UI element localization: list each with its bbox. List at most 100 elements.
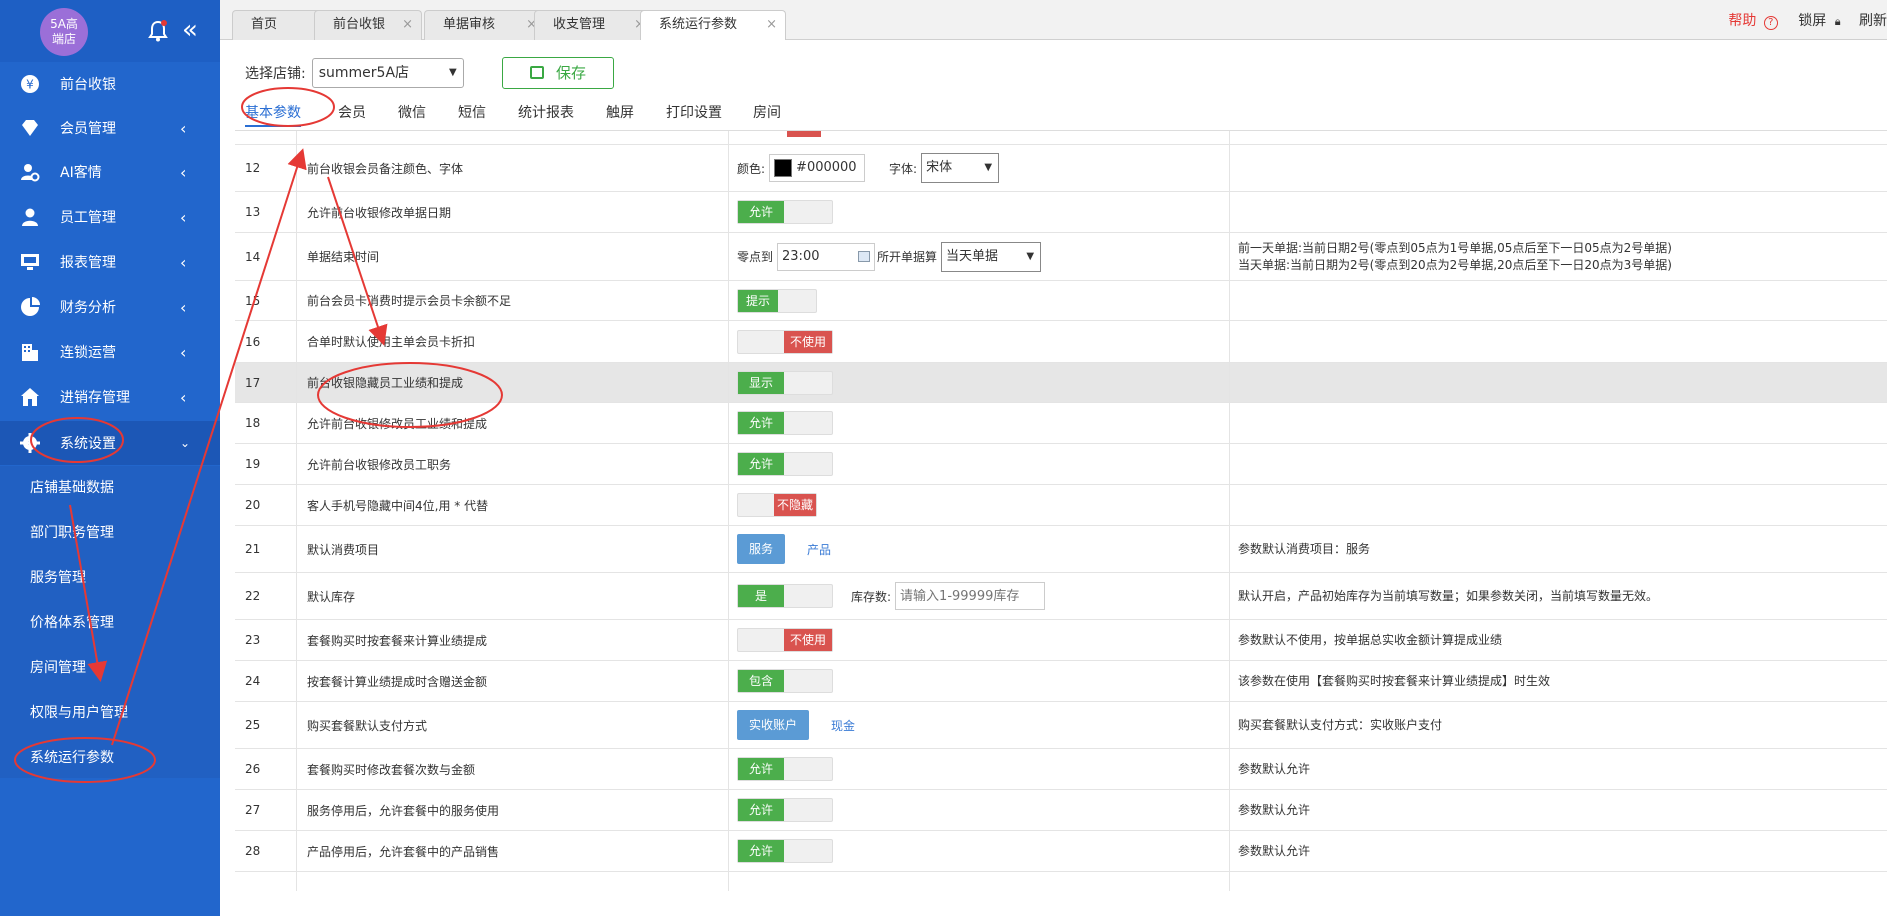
- toggle-switch[interactable]: 不隐藏: [737, 493, 817, 517]
- toggle-switch[interactable]: 允许: [737, 839, 833, 863]
- help-icon[interactable]: ?: [1763, 16, 1778, 30]
- submenu-item-room[interactable]: 房间管理: [30, 656, 86, 680]
- menu-item-staff[interactable]: 员工管理 ‹: [0, 195, 220, 239]
- row-note: [1230, 403, 1887, 443]
- option-cash-link[interactable]: 现金: [831, 717, 855, 734]
- menu-label: 会员管理: [60, 121, 116, 137]
- collapse-sidebar-icon[interactable]: «: [182, 16, 198, 44]
- option-account-button[interactable]: 实收账户: [737, 710, 810, 740]
- row-value: 不使用: [729, 620, 1230, 660]
- refresh-link[interactable]: 刷新: [1859, 13, 1887, 29]
- tab-room[interactable]: 房间: [753, 102, 781, 122]
- time-input[interactable]: 23:00: [777, 242, 876, 271]
- note-line: 默认开启，产品初始库存为当前填写数量；如果参数关闭，当前填写数量无效。: [1238, 588, 1659, 603]
- tab-audit[interactable]: 单据审核 ×: [424, 10, 546, 40]
- submenu-item-pricing[interactable]: 价格体系管理: [30, 611, 114, 635]
- help-link[interactable]: 帮助: [1728, 13, 1756, 29]
- menu-item-report[interactable]: 报表管理 ‹: [0, 240, 220, 284]
- toggle-on-label: 提示: [738, 289, 778, 312]
- toggle-switch[interactable]: 允许: [737, 798, 833, 822]
- save-label: 保存: [555, 64, 586, 82]
- row-value: 显示: [729, 363, 1230, 402]
- save-button[interactable]: 保存: [502, 57, 614, 89]
- font-select[interactable]: 宋体 ▼: [921, 153, 1000, 183]
- table-row: 18 允许前台收银修改员工业绩和提成 允许: [235, 403, 1887, 444]
- row-note: [1230, 192, 1887, 232]
- menu-item-finance[interactable]: 财务分析 ‹: [0, 285, 220, 329]
- option-service-button[interactable]: 服务: [737, 534, 786, 564]
- lock-link[interactable]: 锁屏: [1798, 13, 1826, 29]
- toggle-switch[interactable]: 允许: [737, 757, 833, 781]
- tab-cashier[interactable]: 前台收银 ×: [314, 10, 422, 40]
- toggle-on-label: 允许: [738, 799, 784, 821]
- calc-select[interactable]: 当天单据 ▼: [941, 241, 1042, 272]
- toggle-switch[interactable]: 显示: [737, 370, 833, 395]
- toggle-off-label: 不使用: [784, 629, 832, 651]
- toggle-switch[interactable]: 允许: [737, 200, 833, 224]
- submenu-item-department[interactable]: 部门职务管理: [30, 521, 114, 545]
- calc-label: 所开单据算: [877, 250, 938, 264]
- menu-label: 员工管理: [60, 210, 116, 226]
- table-row: 14 单据结束时间 零点到 23:00 所开单据算 当天单据 ▼ 前一天单据:当前…: [235, 233, 1887, 281]
- color-picker[interactable]: #000000: [769, 154, 866, 182]
- close-icon[interactable]: ×: [766, 11, 777, 39]
- toggle-switch[interactable]: 允许: [737, 452, 833, 476]
- row-value: 允许: [729, 444, 1230, 484]
- stock-input[interactable]: [895, 582, 1046, 610]
- color-swatch: [774, 159, 793, 177]
- row-note: [1230, 872, 1887, 891]
- option-product-link[interactable]: 产品: [807, 541, 831, 558]
- tab-wechat[interactable]: 微信: [398, 102, 426, 122]
- menu-item-chain[interactable]: 连锁运营 ‹: [0, 330, 220, 374]
- row-value: 允许: [729, 192, 1230, 232]
- toggle-switch[interactable]: 提示: [737, 288, 817, 313]
- tab-touch[interactable]: 触屏: [606, 102, 634, 122]
- table-row: 26 套餐购买时修改套餐次数与金额 允许 参数默认允许: [235, 749, 1887, 790]
- tab-member[interactable]: 会员: [338, 102, 366, 122]
- toggle-off-label: 不使用: [784, 330, 832, 353]
- row-value: [729, 872, 1230, 891]
- toggle-switch[interactable]: 包含: [737, 669, 833, 693]
- pie-chart-icon: [21, 297, 40, 316]
- row-name: 按套餐计算业绩提成时含赠送金额: [297, 661, 729, 701]
- menu-item-ai[interactable]: AI客情 ‹: [0, 150, 220, 194]
- bell-icon[interactable]: [148, 20, 168, 42]
- row-note: [1230, 145, 1887, 191]
- store-select[interactable]: summer5A店 ▼: [311, 58, 464, 88]
- toggle-switch[interactable]: 允许: [737, 411, 833, 435]
- row-value: 不隐藏: [729, 485, 1230, 525]
- tab-home[interactable]: 首页: [232, 10, 322, 40]
- row-no: 24: [235, 661, 297, 701]
- toggle-on-label: 是: [738, 585, 784, 607]
- toggle-switch[interactable]: 是: [737, 584, 833, 608]
- submenu-system-settings: 店铺基础数据 部门职务管理 服务管理 价格体系管理 房间管理 权限与用户管理 系…: [0, 466, 220, 778]
- tab-print[interactable]: 打印设置: [666, 102, 722, 122]
- tab-income[interactable]: 收支管理×: [534, 10, 654, 40]
- menu-item-inventory[interactable]: 进销存管理 ‹: [0, 375, 220, 419]
- note-line: 购买套餐默认支付方式：实收账户支付: [1238, 717, 1443, 732]
- tab-stats[interactable]: 统计报表: [518, 102, 574, 122]
- chevron-left-icon: ‹: [180, 342, 187, 362]
- toggle-switch[interactable]: 不使用: [737, 628, 833, 652]
- font-label: 字体:: [889, 161, 918, 176]
- submenu-item-system-params[interactable]: 系统运行参数: [30, 746, 114, 770]
- toggle-switch[interactable]: 不使用: [737, 329, 833, 354]
- tab-system-params[interactable]: 系统运行参数 ×: [640, 10, 786, 40]
- chevron-left-icon: ‹: [180, 207, 187, 227]
- close-icon[interactable]: ×: [402, 11, 413, 39]
- tab-label: 单据审核: [443, 17, 496, 32]
- tab-basic-params[interactable]: 基本参数: [245, 102, 301, 127]
- submenu-item-service[interactable]: 服务管理: [30, 566, 86, 590]
- submenu-item-store-basic[interactable]: 店铺基础数据: [30, 476, 114, 500]
- submenu-item-permissions[interactable]: 权限与用户管理: [30, 701, 128, 725]
- row-name: 允许前台收银修改单据日期: [297, 192, 729, 232]
- row-name: 前台收银隐藏员工业绩和提成: [297, 363, 729, 402]
- row-note: 该参数在使用【套餐购买时按套餐来计算业绩提成】时生效: [1230, 661, 1887, 701]
- menu-item-cashier[interactable]: ¥ 前台收银: [0, 62, 220, 106]
- store-label: 选择店铺:: [245, 66, 306, 82]
- lock-icon[interactable]: 🔒︎: [1835, 15, 1841, 28]
- menu-item-system-settings[interactable]: 系统设置 ⌄: [0, 421, 220, 465]
- row-no: 17: [235, 363, 297, 402]
- menu-item-member[interactable]: 会员管理 ‹: [0, 106, 220, 150]
- tab-sms[interactable]: 短信: [458, 102, 486, 122]
